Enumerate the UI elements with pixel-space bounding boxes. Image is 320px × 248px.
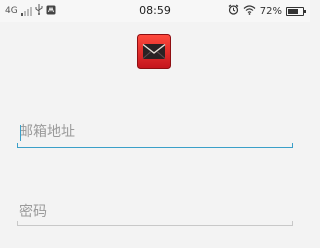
alarm-icon [228, 4, 239, 18]
app-logo-icon [137, 34, 171, 69]
email-underline [17, 146, 293, 148]
battery-icon [286, 6, 306, 16]
status-right: 72% [228, 4, 306, 18]
email-input[interactable] [17, 118, 293, 146]
password-underline [17, 225, 293, 226]
password-underline-tick-right [292, 221, 293, 226]
status-bar: 4G 08:59 72% [0, 0, 310, 22]
password-input[interactable] [17, 200, 293, 224]
email-field[interactable] [17, 118, 293, 150]
wifi-icon [243, 4, 256, 18]
email-underline-tick-left [17, 143, 18, 148]
password-field[interactable] [17, 200, 293, 228]
text-cursor [20, 125, 21, 141]
battery-percent: 72% [259, 5, 282, 17]
password-underline-tick-left [17, 221, 18, 226]
email-underline-tick-right [292, 143, 293, 148]
